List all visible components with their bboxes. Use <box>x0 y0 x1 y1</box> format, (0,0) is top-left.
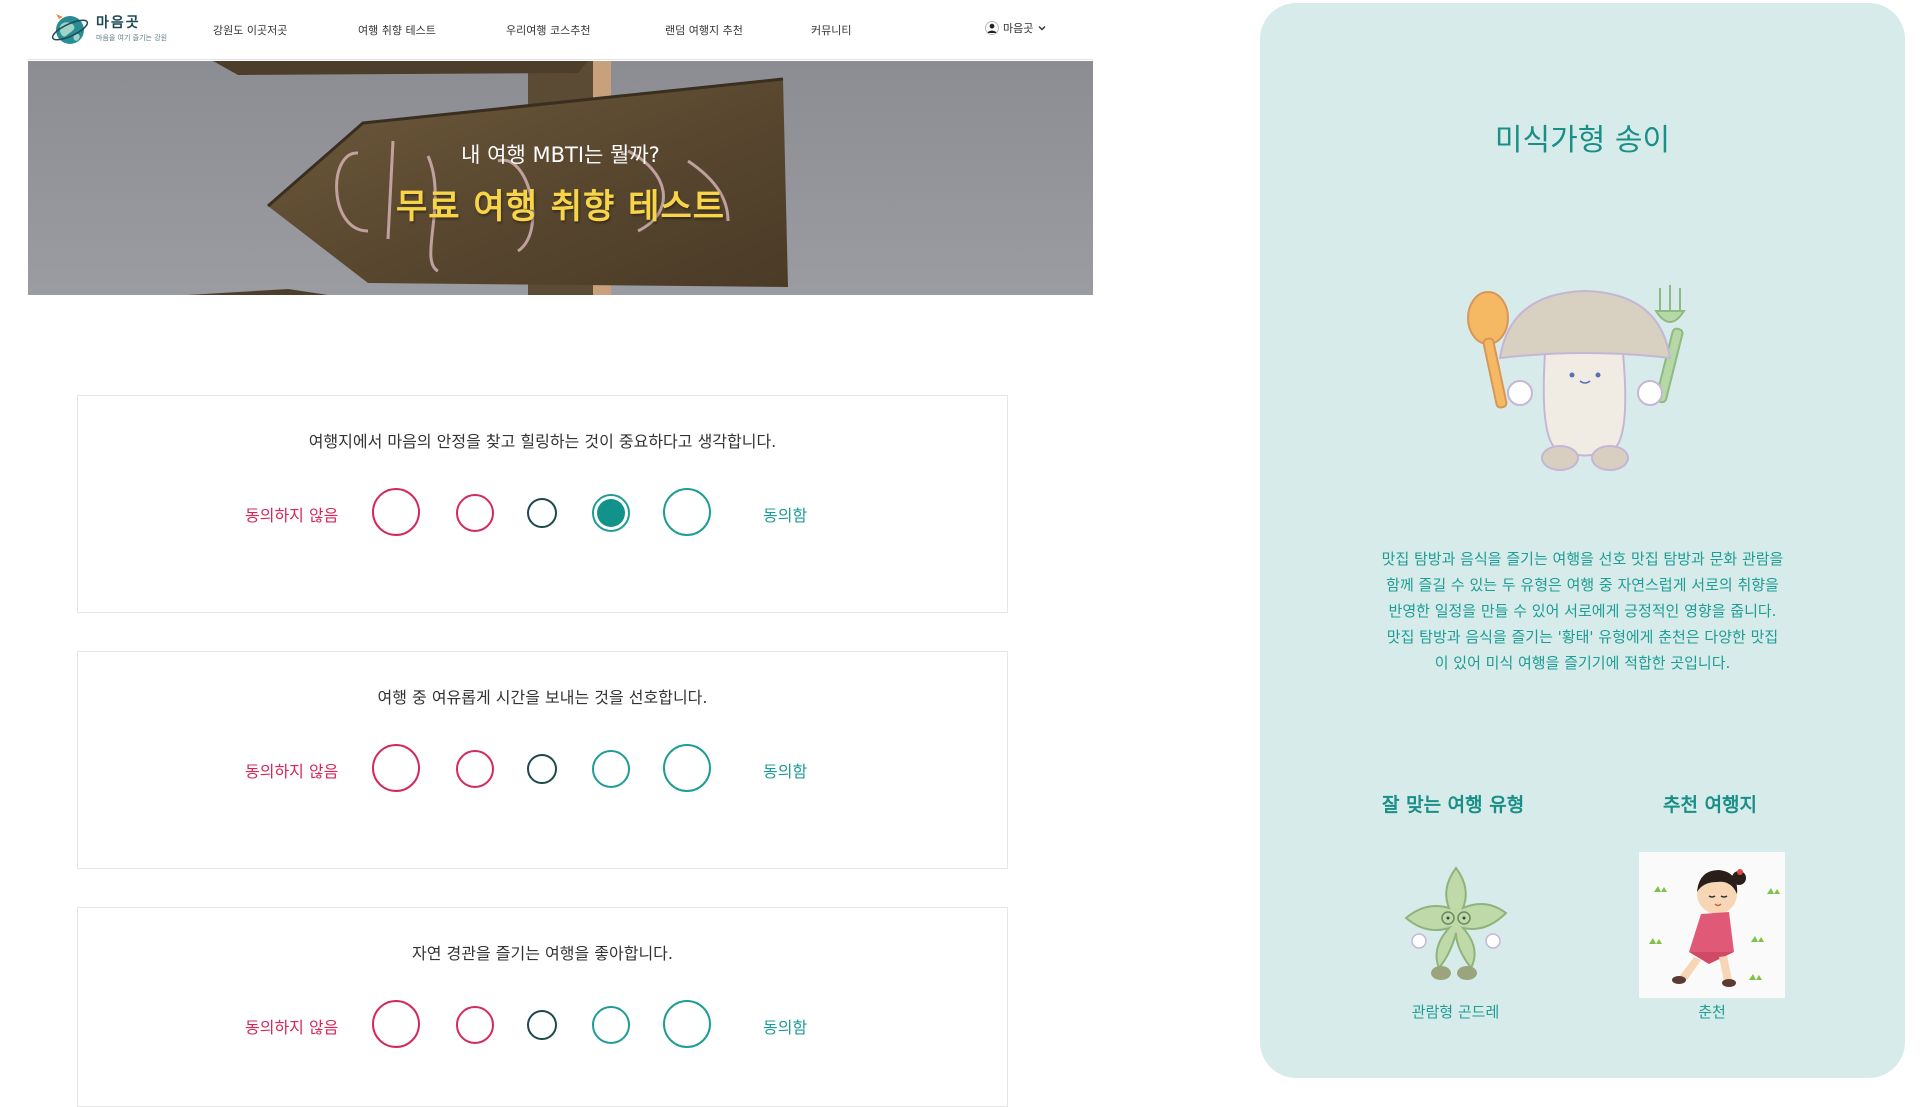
scale-option-2[interactable] <box>456 1006 494 1044</box>
main-nav: 강원도 이곳저곳 여행 취향 테스트 우리여행 코스추천 랜덤 여행지 추천 커… <box>28 22 1093 38</box>
result-panel: 미식가형 송이 맛집 탐방과 음식을 즐기는 여행을 선호 맛집 탐방과 문화 … <box>1260 3 1905 1078</box>
nav-item-course[interactable]: 우리여행 코스추천 <box>506 22 590 38</box>
disagree-label: 동의하지 않음 <box>245 506 339 525</box>
gondre-character-icon[interactable] <box>1401 863 1511 988</box>
question-text: 여행 중 여유롭게 시간을 보내는 것을 선호합니다. <box>377 688 708 707</box>
agree-label: 동의함 <box>763 762 808 781</box>
nav-item-gangwon[interactable]: 강원도 이곳저곳 <box>213 22 287 38</box>
scale-option-1[interactable] <box>372 1000 420 1048</box>
scale-option-3[interactable] <box>527 1010 557 1040</box>
mushroom-mascot-icon <box>1467 285 1686 471</box>
hero-banner: 내 여행 MBTI는 뭘까? 무료 여행 취향 테스트 <box>28 61 1093 295</box>
question-card: 여행지에서 마음의 안정을 찾고 힐링하는 것이 중요하다고 생각합니다. 동의… <box>77 395 1008 613</box>
banner-title: 무료 여행 취향 테스트 <box>395 187 726 227</box>
scale-option-5[interactable] <box>663 1000 711 1048</box>
result-title: 미식가형 송이 <box>1494 123 1671 158</box>
scale-option-1[interactable] <box>372 488 420 536</box>
scale-option-3[interactable] <box>527 498 557 528</box>
question-card: 자연 경관을 즐기는 여행을 좋아합니다. 동의하지 않음 동의함 <box>77 907 1008 1107</box>
chevron-down-icon <box>1038 26 1046 31</box>
destination-image[interactable] <box>1639 852 1785 998</box>
match-type-title: 잘 맞는 여행 유형 <box>1382 794 1525 816</box>
scale-option-5[interactable] <box>663 744 711 792</box>
user-label: 마음곳 <box>1003 22 1034 35</box>
result-description: 맛집 탐방과 음식을 즐기는 여행을 선호 맛집 탐방과 문화 관람을 함께 즐… <box>1381 550 1784 672</box>
agree-label: 동의함 <box>763 506 808 525</box>
scale-option-3[interactable] <box>527 754 557 784</box>
scale-option-5[interactable] <box>663 488 711 536</box>
scale-option-4[interactable] <box>592 494 630 532</box>
scale-option-4[interactable] <box>592 750 630 788</box>
nav-item-travel-test[interactable]: 여행 취향 테스트 <box>358 22 436 38</box>
signpost-illustration <box>28 61 1093 295</box>
disagree-label: 동의하지 않음 <box>245 762 339 781</box>
destination-name[interactable]: 춘천 <box>1639 1001 1785 1022</box>
site-header: 마음곳 마음을 여기 즐기는 강원 강원도 이곳저곳 여행 취향 테스트 우리여… <box>28 0 1093 60</box>
user-menu[interactable]: 마음곳 <box>985 20 1047 36</box>
question-text: 자연 경관을 즐기는 여행을 좋아합니다. <box>412 944 673 963</box>
user-icon <box>985 21 999 35</box>
match-type-name[interactable]: 관람형 곤드레 <box>1382 1001 1529 1022</box>
scale-option-2[interactable] <box>456 750 494 788</box>
agreement-scale: 동의하지 않음 동의함 <box>78 488 1007 538</box>
question-card: 여행 중 여유롭게 시간을 보내는 것을 선호합니다. 동의하지 않음 동의함 <box>77 651 1008 869</box>
scale-option-2[interactable] <box>456 494 494 532</box>
nav-item-random[interactable]: 랜덤 여행지 추천 <box>665 22 743 38</box>
recommended-destination-title: 추천 여행지 <box>1663 794 1758 816</box>
scale-option-4[interactable] <box>592 1006 630 1044</box>
nav-item-community[interactable]: 커뮤니티 <box>811 22 851 38</box>
agreement-scale: 동의하지 않음 동의함 <box>78 1000 1007 1050</box>
disagree-label: 동의하지 않음 <box>245 1018 339 1037</box>
agreement-scale: 동의하지 않음 동의함 <box>78 744 1007 794</box>
question-text: 여행지에서 마음의 안정을 찾고 힐링하는 것이 중요하다고 생각합니다. <box>308 432 777 451</box>
scale-option-1[interactable] <box>372 744 420 792</box>
banner-subtitle: 내 여행 MBTI는 뭘까? <box>461 143 660 167</box>
agree-label: 동의함 <box>763 1018 808 1037</box>
